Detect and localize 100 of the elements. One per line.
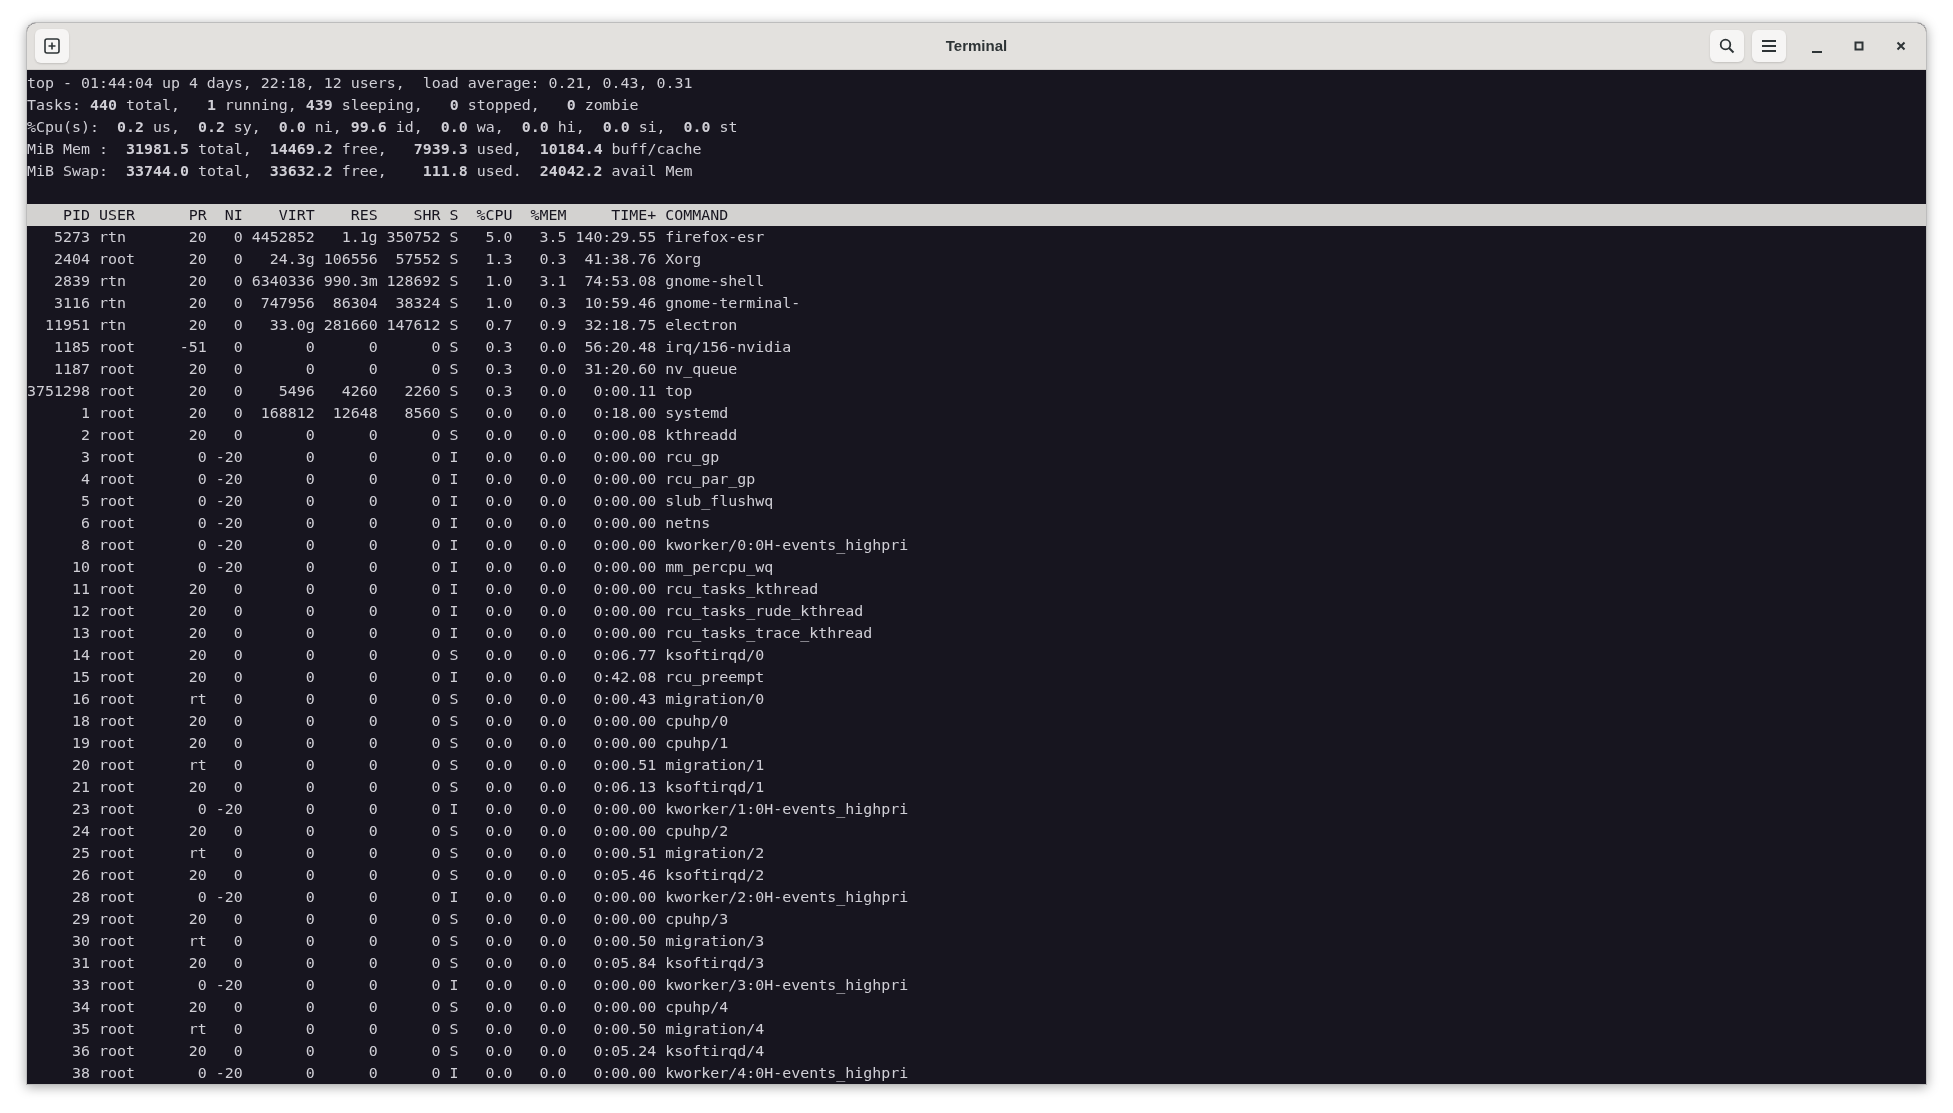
maximize-icon — [1854, 41, 1864, 51]
table-cell-text: nv_queue — [665, 359, 738, 380]
table-cell-text: 0 — [367, 733, 378, 754]
table-cell-text: 33.0g — [268, 315, 315, 336]
table-cell-text: I — [449, 799, 459, 820]
table-cell-text: 0 — [430, 909, 441, 930]
table-cell-text: 0:00.00 — [592, 997, 657, 1018]
table-cell-text: I — [449, 491, 459, 512]
table-cell-text: 3751298 — [27, 381, 90, 402]
table-cell-text: rt — [187, 1019, 207, 1040]
table-cell-text: 0.3 — [484, 337, 513, 358]
table-cell-text: 0 — [304, 623, 315, 644]
table-cell-text: I — [449, 887, 459, 908]
table-cell-text: 0.0 — [484, 821, 513, 842]
table-cell-text: 0.0 — [538, 513, 567, 534]
table-cell-text: 5273 — [52, 227, 90, 248]
table-cell-text: root — [98, 843, 136, 864]
table-cell-text: 0.0 — [538, 931, 567, 952]
table-cell-text: migration/2 — [665, 843, 765, 864]
table-cell-text: 0 — [367, 711, 378, 732]
table-cell-text: 0:06.13 — [592, 777, 657, 798]
window-title: Terminal — [945, 35, 1008, 56]
menu-button[interactable] — [1752, 30, 1786, 62]
table-cell-text: 33 — [70, 975, 90, 996]
table-cell-text: root — [98, 975, 136, 996]
table-cell-text: 0 — [430, 975, 441, 996]
search-button[interactable] — [1710, 30, 1744, 62]
table-cell-text: 0 — [304, 953, 315, 974]
table-cell-text: 0 — [232, 843, 243, 864]
table-cell-text: root — [98, 1041, 136, 1062]
table-cell-text: 30 — [70, 931, 90, 952]
table-cell-text: 0.0 — [484, 425, 513, 446]
table-cell-text: 0 — [430, 1019, 441, 1040]
table-cell-text: 0.3 — [538, 293, 567, 314]
table-cell-text: 0 — [304, 887, 315, 908]
table-cell-text: 20 — [187, 359, 207, 380]
table-cell-text: 0 — [367, 887, 378, 908]
table-cell-text: rcu_tasks_rude_kthread — [665, 601, 864, 622]
table-cell-text: 0.0 — [538, 887, 567, 908]
table-cell-text: 21 — [70, 777, 90, 798]
table-cell-text: 20 — [187, 293, 207, 314]
table-cell-text: 0 — [232, 997, 243, 1018]
table-cell-text: 0 — [232, 403, 243, 424]
column-header: %CPU — [475, 205, 513, 226]
table-cell-text: 20 — [187, 865, 207, 886]
table-cell-text: 0 — [304, 645, 315, 666]
table-cell-text: 0 — [304, 491, 315, 512]
table-cell-text: 0.0 — [484, 975, 513, 996]
table-cell-text: 147612 — [386, 315, 441, 336]
table-cell-text: 20 — [187, 227, 207, 248]
table-cell-text: cpuhp/0 — [665, 711, 729, 732]
table-cell-text: S — [449, 403, 459, 424]
table-cell-text: 20 — [187, 425, 207, 446]
table-cell-text: cpuhp/3 — [665, 909, 729, 930]
table-cell-text: 0:00.50 — [592, 931, 657, 952]
table-cell-text: kworker/3:0H-events_highpri — [665, 975, 909, 996]
table-cell-text: 0:00.00 — [592, 711, 657, 732]
table-cell-text: S — [449, 645, 459, 666]
table-cell-text: I — [449, 535, 459, 556]
table-cell-text: S — [449, 1041, 459, 1062]
table-cell-text: firefox-esr — [665, 227, 765, 248]
table-cell-text: root — [98, 667, 136, 688]
table-cell-text: 0.0 — [484, 469, 513, 490]
table-cell-text: root — [98, 513, 136, 534]
table-cell-text: irq/156-nvidia — [665, 337, 792, 358]
table-cell-text: S — [449, 865, 459, 886]
table-cell-text: 0 — [304, 777, 315, 798]
table-cell-text: 20 — [187, 821, 207, 842]
table-cell-text: 0 — [304, 447, 315, 468]
table-cell-text: 990.3m — [323, 271, 378, 292]
table-cell-text: kworker/4:0H-events_highpri — [665, 1063, 909, 1084]
table-cell-text: 106556 — [323, 249, 378, 270]
table-cell-text: S — [449, 733, 459, 754]
table-cell-text: 0.0 — [538, 381, 567, 402]
table-cell-text: 0 — [367, 777, 378, 798]
table-cell-text: ksoftirqd/2 — [665, 865, 765, 886]
table-cell-text: S — [449, 689, 459, 710]
table-cell-text: 0:00.00 — [592, 535, 657, 556]
table-cell-text: root — [98, 711, 136, 732]
table-cell-text: 0.0 — [538, 535, 567, 556]
table-cell-text: 281660 — [323, 315, 378, 336]
table-cell-text: 0 — [304, 337, 315, 358]
table-cell-text: 0 — [196, 469, 207, 490]
table-cell-text: 0:00.00 — [592, 447, 657, 468]
table-cell-text: 0 — [430, 557, 441, 578]
table-cell-text: 0 — [367, 755, 378, 776]
table-cell-text: root — [98, 755, 136, 776]
table-cell-text: 0.0 — [484, 755, 513, 776]
table-cell-text: 24.3g — [268, 249, 315, 270]
table-cell-text: 20 — [187, 623, 207, 644]
table-cell-text: rcu_tasks_kthread — [665, 579, 819, 600]
table-cell-text: 0 — [232, 645, 243, 666]
table-cell-text: 0 — [232, 601, 243, 622]
new-tab-button[interactable] — [35, 29, 69, 63]
table-cell-text: 12 — [70, 601, 90, 622]
table-cell-text: 25 — [70, 843, 90, 864]
table-cell-text: 18 — [70, 711, 90, 732]
table-cell-text: 86304 — [331, 293, 378, 314]
table-cell-text: 20 — [187, 711, 207, 732]
table-cell-text: S — [449, 381, 459, 402]
